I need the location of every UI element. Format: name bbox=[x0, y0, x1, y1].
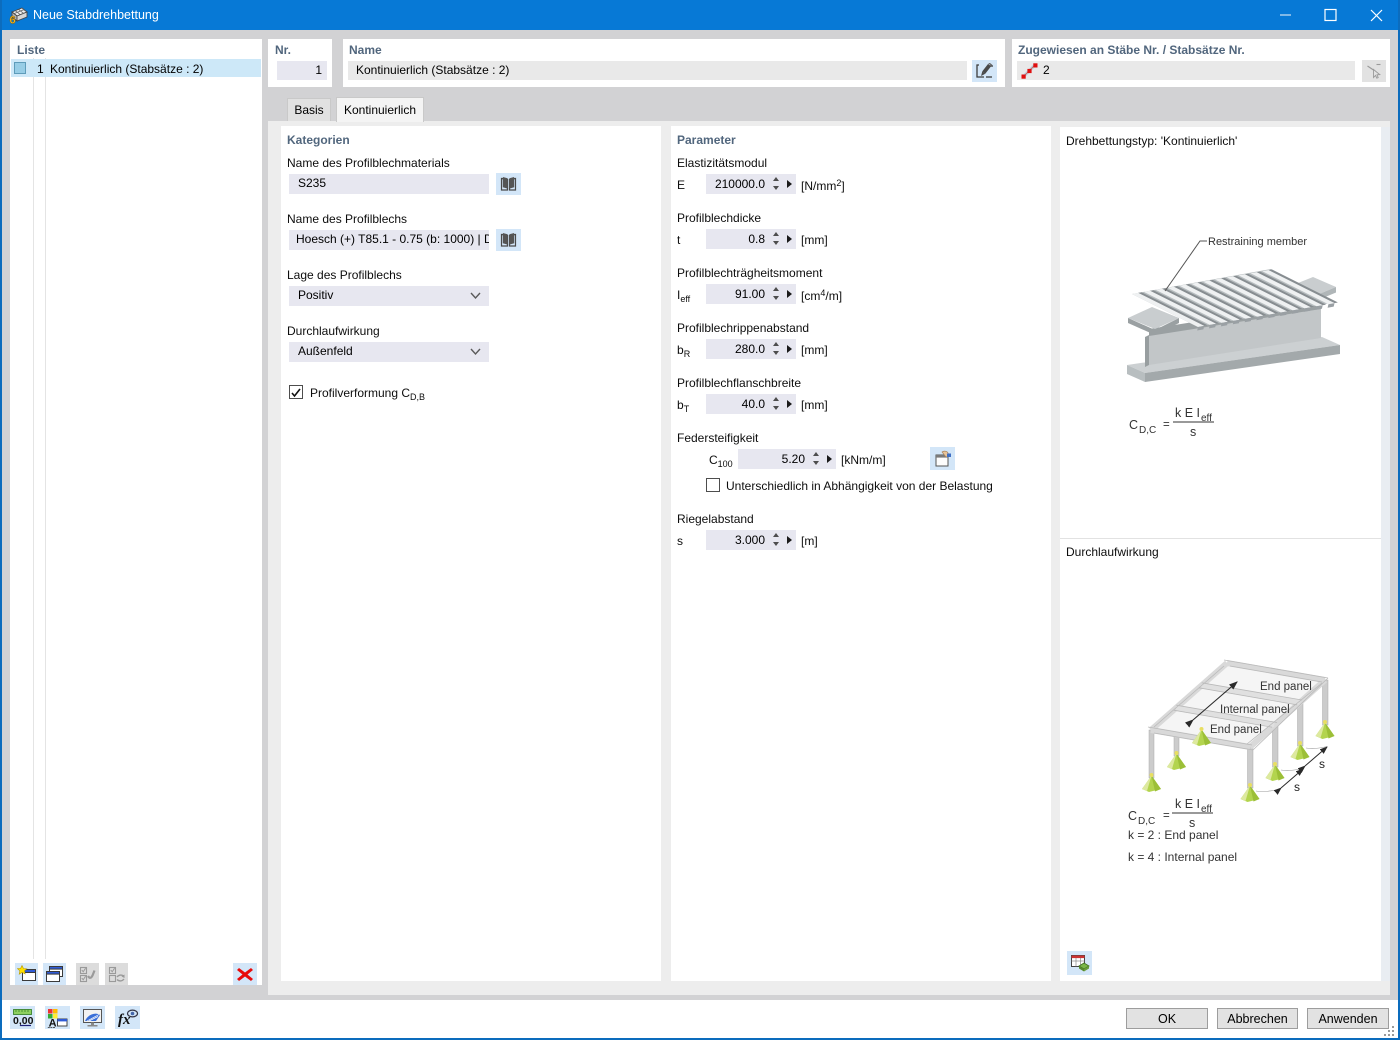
svg-text:A: A bbox=[49, 1017, 57, 1028]
svg-text:k E I: k E I bbox=[1175, 406, 1200, 420]
svg-text:D,C: D,C bbox=[1139, 425, 1156, 436]
svg-text:k = 2 : End panel: k = 2 : End panel bbox=[1128, 828, 1218, 842]
svg-text:=: = bbox=[1163, 419, 1170, 431]
svg-text:D,C: D,C bbox=[1138, 816, 1155, 827]
svg-text:End panel: End panel bbox=[1210, 724, 1262, 736]
svg-text:Internal panel: Internal panel bbox=[1220, 704, 1290, 716]
svg-text:=: = bbox=[1163, 810, 1170, 822]
svg-text:s: s bbox=[1319, 757, 1325, 771]
svg-text:s: s bbox=[1190, 425, 1196, 439]
svg-text:End panel: End panel bbox=[1260, 681, 1312, 693]
svg-text:C: C bbox=[1129, 418, 1138, 432]
svg-text:fx: fx bbox=[118, 1012, 131, 1028]
svg-text:k E I: k E I bbox=[1175, 797, 1200, 811]
svg-text:s: s bbox=[1294, 780, 1300, 794]
svg-text:k = 4 : Internal panel: k = 4 : Internal panel bbox=[1128, 850, 1237, 864]
svg-text:C: C bbox=[1128, 809, 1137, 823]
svg-text:6: 6 bbox=[10, 15, 16, 26]
svg-text:Restraining member: Restraining member bbox=[1208, 236, 1307, 248]
